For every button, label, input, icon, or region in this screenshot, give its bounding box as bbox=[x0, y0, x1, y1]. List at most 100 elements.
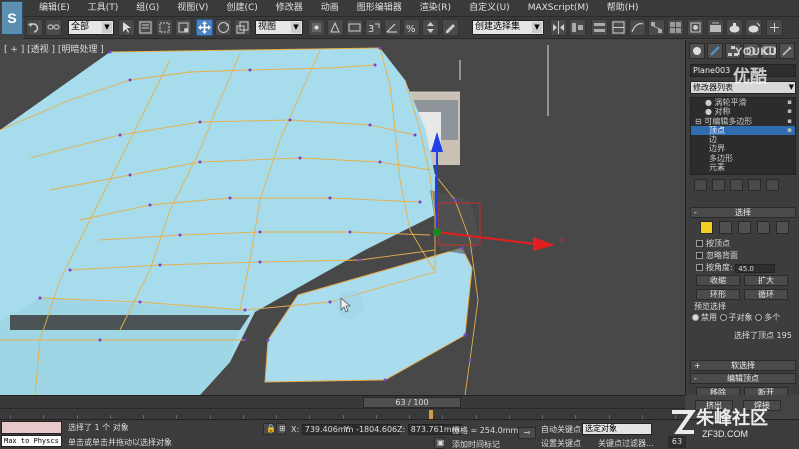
soft-selection-rollout-header[interactable]: + 软选择 bbox=[690, 360, 796, 371]
stack-item-turbosmooth[interactable]: ● 涡轮平滑 ▪ bbox=[691, 98, 795, 107]
add-time-tag[interactable]: 添加时间标记 bbox=[452, 439, 500, 449]
auto-key-label[interactable]: 自动关键点 bbox=[541, 424, 581, 435]
percent-snap-icon[interactable]: % bbox=[403, 19, 420, 36]
scale-icon[interactable] bbox=[234, 19, 251, 36]
menu-maxscript[interactable]: MAXScript(M) bbox=[519, 2, 598, 16]
menu-tools[interactable]: 工具(T) bbox=[79, 2, 128, 16]
snap-3-icon[interactable]: 3 bbox=[365, 19, 382, 36]
stack-item-polygon[interactable]: 多边形 bbox=[691, 154, 795, 163]
border-level-icon[interactable] bbox=[738, 221, 751, 234]
render-setup-icon[interactable] bbox=[687, 19, 704, 36]
preview-multi-option[interactable]: 多个 bbox=[755, 313, 780, 322]
select-object-icon[interactable] bbox=[118, 19, 135, 36]
ring-button[interactable]: 环形 bbox=[696, 289, 740, 300]
set-key-label[interactable]: 设置关键点 bbox=[541, 438, 581, 449]
y-coordinate-field[interactable]: -1804.606 bbox=[353, 424, 401, 435]
menu-create[interactable]: 创建(C) bbox=[217, 2, 266, 16]
grow-button[interactable]: 扩大 bbox=[744, 275, 788, 286]
rect-selection-icon[interactable] bbox=[156, 19, 173, 36]
preview-subobject-radio[interactable] bbox=[719, 314, 727, 321]
stack-item-border[interactable]: 边界 bbox=[691, 144, 795, 153]
time-tag-icon[interactable]: ▣ bbox=[434, 437, 445, 449]
stack-item-edge[interactable]: 边 bbox=[691, 135, 795, 144]
schematic-view-icon[interactable] bbox=[648, 19, 665, 36]
menu-rendering[interactable]: 渲染(R) bbox=[411, 2, 460, 16]
graphite-tools-icon[interactable] bbox=[610, 19, 627, 36]
pivot-center-icon[interactable] bbox=[308, 19, 325, 36]
maxscript-listener-output[interactable]: Max to Physcs ! bbox=[1, 435, 62, 449]
menu-graph-editors[interactable]: 图形编辑器 bbox=[348, 2, 411, 16]
polygon-level-icon[interactable] bbox=[757, 221, 770, 234]
menu-help[interactable]: 帮助(H) bbox=[598, 2, 648, 16]
selection-filter-select[interactable]: 全部 ▼ bbox=[68, 20, 114, 35]
by-angle-checkbox[interactable] bbox=[696, 264, 703, 271]
utilities-tab-icon[interactable] bbox=[779, 43, 795, 59]
lock-selection-icon[interactable]: 🔒 bbox=[263, 423, 276, 435]
element-level-icon[interactable] bbox=[776, 221, 789, 234]
by-angle-option[interactable]: 按角度: 45.0 bbox=[696, 263, 776, 273]
spinner-snap-icon[interactable] bbox=[422, 19, 439, 36]
perspective-viewport[interactable]: [ + ] [透视 ] [明暗处理 ] x bbox=[0, 40, 685, 395]
track-bar-current-frame[interactable] bbox=[428, 410, 433, 419]
vertex-level-icon[interactable] bbox=[700, 221, 713, 234]
window-crossing-icon[interactable] bbox=[175, 19, 192, 36]
curve-editor-icon[interactable] bbox=[629, 19, 646, 36]
menu-group[interactable]: 组(G) bbox=[127, 2, 168, 16]
menu-customize[interactable]: 自定义(U) bbox=[460, 2, 519, 16]
angle-snap-icon[interactable] bbox=[384, 19, 401, 36]
preview-off-option[interactable]: 禁用 bbox=[692, 313, 717, 322]
select-by-name-icon[interactable] bbox=[137, 19, 154, 36]
remove-modifier-icon[interactable] bbox=[748, 179, 761, 191]
maxscript-listener-mini[interactable] bbox=[1, 421, 62, 434]
edit-named-selection-icon[interactable] bbox=[442, 19, 459, 36]
loop-button[interactable]: 循环 bbox=[744, 289, 788, 300]
link-icon[interactable] bbox=[45, 19, 62, 36]
stack-item-editable-poly[interactable]: ⊟ 可编辑多边形 ▪ bbox=[691, 117, 795, 126]
stack-item-vertex[interactable]: 顶点 ▪ bbox=[691, 125, 795, 136]
key-mode-icon[interactable]: ⊸ bbox=[518, 427, 536, 439]
menu-modifiers[interactable]: 修改器 bbox=[267, 2, 312, 16]
show-end-result-icon[interactable] bbox=[712, 179, 725, 191]
rendered-frame-icon[interactable] bbox=[707, 19, 724, 36]
app-logo[interactable]: S bbox=[1, 1, 23, 35]
preview-off-radio[interactable] bbox=[692, 314, 699, 321]
menu-edit[interactable]: 编辑(E) bbox=[30, 2, 79, 16]
move-icon[interactable] bbox=[196, 19, 213, 36]
preview-multi-radio[interactable] bbox=[755, 314, 763, 321]
stack-item-symmetry[interactable]: ● 对称 ▪ bbox=[691, 107, 795, 116]
selection-rollout-header[interactable]: - 选择 bbox=[690, 207, 796, 218]
menu-animation[interactable]: 动画 bbox=[312, 2, 348, 16]
shrink-button[interactable]: 收缩 bbox=[696, 275, 740, 286]
ignore-backfacing-option[interactable]: 忽略背面 bbox=[696, 251, 738, 261]
undo-icon[interactable] bbox=[26, 19, 43, 36]
rotate-icon[interactable] bbox=[215, 19, 232, 36]
modify-tab-icon[interactable] bbox=[707, 43, 723, 59]
edit-vertices-rollout-header[interactable]: - 编辑顶点 bbox=[690, 373, 796, 384]
viewport-label[interactable]: [ + ] [透视 ] [明暗处理 ] bbox=[4, 42, 104, 55]
remove-button[interactable]: 移除 bbox=[696, 387, 740, 395]
track-bar[interactable] bbox=[0, 408, 685, 419]
ignore-backfacing-checkbox[interactable] bbox=[696, 252, 703, 259]
configure-modifier-sets-icon[interactable] bbox=[766, 179, 779, 191]
extra-tool-icon[interactable] bbox=[766, 19, 783, 36]
pin-stack-icon[interactable] bbox=[694, 179, 707, 191]
by-vertex-checkbox[interactable] bbox=[696, 240, 703, 247]
menu-views[interactable]: 视图(V) bbox=[168, 2, 217, 16]
named-selection-set-select[interactable]: 创建选择集 ▼ bbox=[472, 20, 544, 35]
absolute-mode-icon[interactable]: ⊞ bbox=[276, 423, 286, 435]
render-teapot-icon[interactable] bbox=[726, 19, 743, 36]
edge-level-icon[interactable] bbox=[719, 221, 732, 234]
key-filters-button[interactable]: 关键点过滤器... bbox=[598, 438, 654, 449]
render-production-icon[interactable] bbox=[745, 19, 762, 36]
make-unique-icon[interactable] bbox=[730, 179, 743, 191]
select-manipulate-icon[interactable] bbox=[327, 19, 344, 36]
by-vertex-option[interactable]: 按顶点 bbox=[696, 239, 730, 249]
time-slider[interactable]: 63 / 100 bbox=[363, 397, 461, 408]
create-tab-icon[interactable] bbox=[689, 43, 705, 59]
break-button[interactable]: 断开 bbox=[744, 387, 788, 395]
preview-subobject-option[interactable]: 子对象 bbox=[719, 313, 753, 322]
align-icon[interactable] bbox=[569, 19, 586, 36]
angle-value-field[interactable]: 45.0 bbox=[735, 264, 776, 273]
stack-item-element[interactable]: 元素 bbox=[691, 163, 795, 172]
keyboard-shortcut-icon[interactable] bbox=[346, 19, 363, 36]
